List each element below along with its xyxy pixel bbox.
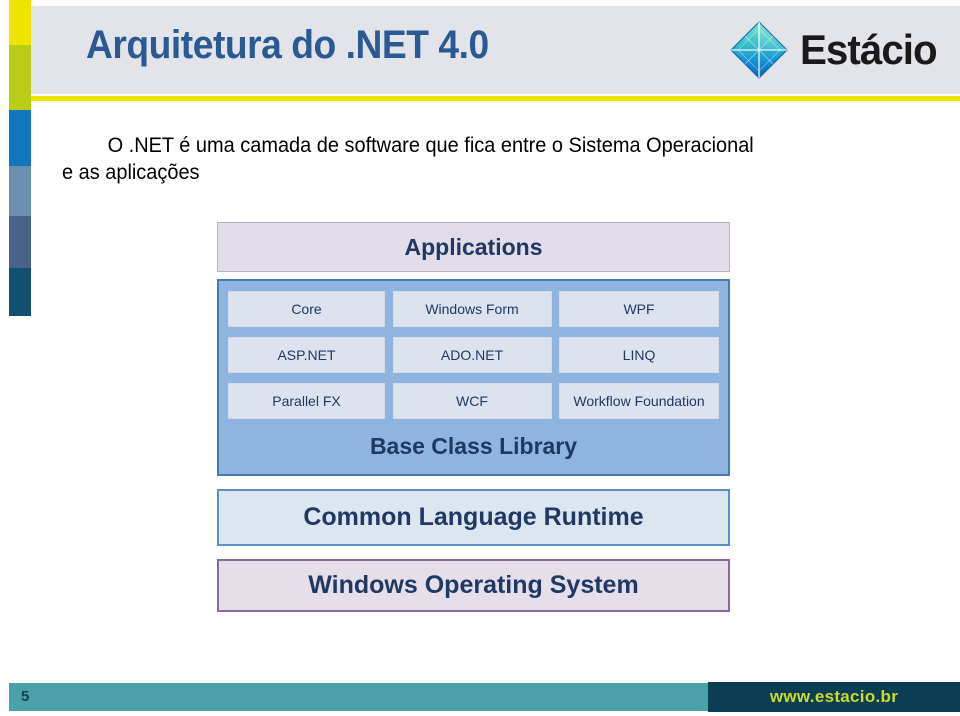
- bcl-cell-wpf: WPF: [559, 291, 719, 327]
- layer-common-language-runtime: Common Language Runtime: [217, 489, 730, 546]
- dotnet-architecture-diagram: Applications Core Windows Form WPF ASP.N…: [217, 222, 730, 612]
- bcl-cell-ado-net: ADO.NET: [392, 337, 552, 373]
- header-yellow-rule: [31, 96, 960, 101]
- strip-block-lime: [9, 45, 31, 110]
- lead-paragraph: O .NET é uma camada de software que fica…: [62, 133, 870, 187]
- bcl-row-3: Parallel FX WCF Workflow Foundation: [228, 383, 719, 419]
- left-color-strip: [9, 0, 31, 316]
- layer-wos-label: Windows Operating System: [308, 571, 639, 599]
- bcl-row-2: ASP.NET ADO.NET LINQ: [228, 337, 719, 373]
- bcl-cell-asp-net: ASP.NET: [228, 337, 385, 373]
- layer-applications: Applications: [217, 222, 730, 272]
- bcl-cell-windows-form: Windows Form: [392, 291, 552, 327]
- lead-line-2: e as aplicações: [62, 160, 200, 184]
- layer-applications-label: Applications: [404, 233, 543, 260]
- page-number: 5: [21, 688, 30, 705]
- footer-url-panel: www.estacio.br: [708, 682, 960, 712]
- layer-base-class-library-label: Base Class Library: [369, 433, 578, 459]
- page-title: Arquitetura do .NET 4.0: [86, 23, 489, 67]
- bcl-cell-parallel-fx: Parallel FX: [228, 383, 385, 419]
- strip-block-slate-blue: [9, 216, 31, 268]
- strip-block-yellow: [9, 0, 31, 45]
- estacio-diamond-logo-icon: [728, 19, 790, 81]
- bcl-cell-core: Core: [228, 291, 385, 327]
- bcl-cell-workflow-foundation: Workflow Foundation: [559, 383, 719, 419]
- lead-line-1: O .NET é uma camada de software que fica…: [107, 134, 754, 157]
- layer-windows-operating-system: Windows Operating System: [217, 559, 730, 612]
- estacio-logo: Estácio: [728, 14, 942, 86]
- estacio-logo-text: Estácio: [799, 26, 938, 73]
- layer-clr-label: Common Language Runtime: [303, 503, 644, 531]
- footer-url: www.estacio.br: [769, 687, 899, 706]
- layer-base-class-library: Core Windows Form WPF ASP.NET ADO.NET LI…: [217, 279, 730, 476]
- bcl-cell-linq: LINQ: [559, 337, 719, 373]
- bcl-cell-wcf: WCF: [392, 383, 552, 419]
- bcl-row-1: Core Windows Form WPF: [228, 291, 719, 327]
- strip-block-steel-blue: [9, 166, 31, 216]
- strip-block-blue: [9, 110, 31, 166]
- slide-header: Arquitetura do .NET 4.0 Estácio: [31, 6, 960, 94]
- strip-block-dark-teal: [9, 268, 31, 316]
